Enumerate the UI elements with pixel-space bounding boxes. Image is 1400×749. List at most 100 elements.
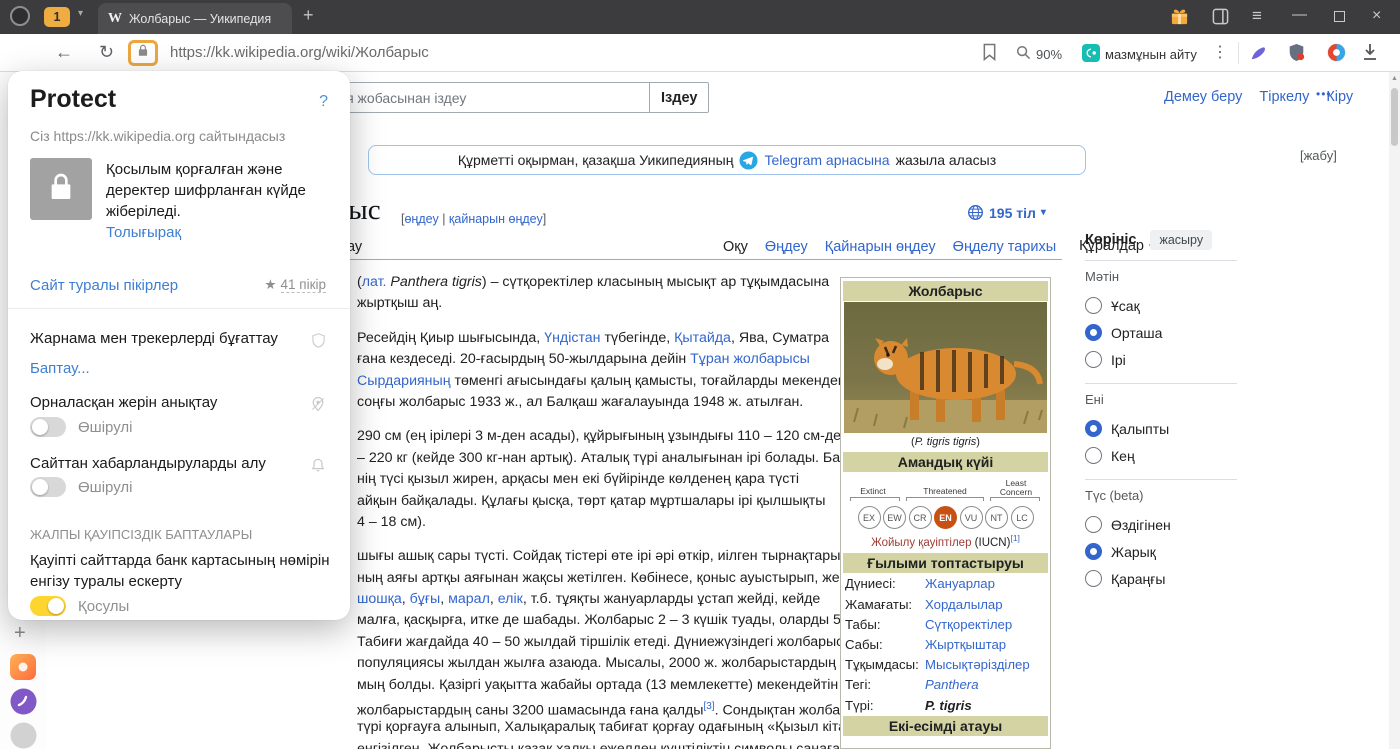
taxo-value[interactable]: Panthera [925, 677, 979, 692]
sidebar-app-gray-icon[interactable] [10, 722, 37, 749]
status-circle-nt: NT [985, 506, 1008, 529]
radio-selected[interactable] [1085, 420, 1102, 437]
url-field[interactable]: https://kk.wikipedia.org/wiki/Жолбарыс [170, 44, 429, 61]
article-link[interactable]: бұғы [410, 591, 441, 607]
extension-logo-icon[interactable] [1327, 43, 1346, 62]
site-rating[interactable]: ★ 41 пікір [264, 277, 326, 293]
bankcard-toggle[interactable] [30, 596, 66, 616]
tab-title: Жолбарыс — Уикипедия [129, 11, 272, 26]
wiki-tab[interactable]: Оқу [723, 239, 748, 260]
radio-selected[interactable] [1085, 324, 1102, 341]
edit-source-link[interactable]: қайнарын өңдеу [449, 212, 543, 226]
radio-selected[interactable] [1085, 543, 1102, 560]
language-selector[interactable]: 195 тіл ▾ [967, 204, 1046, 221]
article-link[interactable]: елік [498, 591, 523, 607]
tab-list-chevron-icon[interactable]: ▾ [78, 8, 83, 19]
browser-profile-icon[interactable] [10, 6, 30, 26]
extension-pen-icon[interactable] [1249, 44, 1267, 62]
iucn-status-link[interactable]: Жойылу қауіптілер [871, 537, 971, 549]
gift-icon[interactable] [1170, 7, 1189, 32]
protect-lock-button[interactable] [128, 40, 158, 66]
taxo-value[interactable]: Хордалылар [925, 597, 1003, 612]
telegram-channel-link[interactable]: Telegram арнасына [764, 152, 889, 168]
adblock-settings-link[interactable]: Баптау... [30, 360, 90, 377]
article-link[interactable]: марал [448, 591, 490, 607]
taxo-value[interactable]: Сүтқоректілер [925, 617, 1012, 632]
geolocation-toggle[interactable] [30, 417, 66, 437]
new-tab-button[interactable]: + [303, 5, 314, 26]
edit-link[interactable]: өңдеу [404, 212, 438, 226]
appearance-option[interactable]: Өздігінен [1085, 511, 1237, 538]
appearance-option[interactable]: Ірі [1085, 346, 1237, 373]
wiki-tab[interactable]: Қайнарын өңдеу [825, 239, 936, 255]
minimize-button[interactable]: — [1292, 5, 1307, 25]
tabs-divider [345, 259, 1062, 260]
appearance-hide-button[interactable]: жасыру [1150, 230, 1213, 250]
scroll-up-arrow-icon[interactable]: ▲ [1391, 75, 1398, 82]
search-button[interactable]: Іздеу [649, 82, 710, 113]
back-button[interactable]: ← [55, 42, 73, 63]
radio-unselected[interactable] [1085, 516, 1102, 533]
radio-unselected[interactable] [1085, 447, 1102, 464]
article-link[interactable]: лат. [362, 274, 387, 290]
wiki-tab[interactable]: Өңделу тарихы [953, 239, 1056, 255]
article-link[interactable]: Тұран жолбарысы [690, 351, 810, 367]
sidebar-app-orange-icon[interactable] [10, 654, 36, 685]
radio-unselected[interactable] [1085, 297, 1102, 314]
appearance-option[interactable]: Кең [1085, 442, 1237, 469]
page-scrollbar[interactable]: ▲ [1389, 72, 1400, 749]
appearance-option[interactable]: Жарық [1085, 538, 1237, 565]
article-link[interactable]: Сырдарияның [357, 373, 451, 389]
page-menu-icon[interactable]: ⋮ [1212, 42, 1228, 62]
sidebar-panel-icon[interactable] [1212, 8, 1229, 31]
status-circle-ew: EW [883, 506, 906, 529]
browser-menu-icon[interactable]: ≡ [1252, 6, 1262, 26]
iucn-reference-link[interactable]: [1] [1010, 533, 1019, 543]
sidebar-app-purple-icon[interactable] [10, 688, 37, 720]
browser-tab[interactable]: W Жолбарыс — Уикипедия [98, 3, 292, 34]
downloads-icon[interactable] [1362, 43, 1378, 61]
tab-counter-badge[interactable]: 1 [44, 7, 70, 27]
article-link[interactable]: шошқа [357, 591, 402, 607]
site-reviews-link[interactable]: Сайт туралы пікірлер [30, 277, 178, 294]
zoom-control[interactable]: 90% [1016, 45, 1062, 63]
scrollbar-thumb[interactable] [1391, 88, 1398, 146]
taxo-row: Дүниесі: Жануарлар [843, 574, 1048, 594]
appearance-option[interactable]: Орташа [1085, 319, 1237, 346]
article-segment: , т.б. тұяқты жануарларды ұстап жейді, к… [522, 591, 821, 608]
article-segment: түбегінде, [600, 329, 675, 346]
taxo-label: Тұқымдасы: [845, 657, 919, 673]
protect-more-link[interactable]: Толығырақ [106, 224, 181, 241]
reference-link[interactable]: [3] [703, 701, 714, 712]
iucn-org: (IUCN) [974, 536, 1011, 549]
wiki-top-more-menu[interactable]: ••• [1316, 87, 1332, 101]
popup-divider [8, 308, 350, 309]
bookmark-flag-icon[interactable] [982, 43, 997, 61]
taxo-value[interactable]: Жыртқыштар [925, 637, 1006, 652]
article-segment: төменгі ағысындағы қалың қамысты, тоғайл… [450, 372, 863, 389]
appearance-option[interactable]: Ұсақ [1085, 292, 1237, 319]
wiki-tab[interactable]: Өңдеу [765, 239, 808, 255]
radio-unselected[interactable] [1085, 351, 1102, 368]
appearance-option[interactable]: Қалыпты [1085, 415, 1237, 442]
read-aloud-button[interactable]: мазмұнын айту [1082, 44, 1197, 65]
rating-star-icon: ★ [264, 277, 277, 292]
top-link[interactable]: Тіркелу [1259, 89, 1309, 105]
article-segment: енгізілген. Жолбарысты қазақ халқы ежелд… [357, 740, 904, 749]
article-link[interactable]: Қытайда [674, 330, 731, 346]
article-link[interactable]: Үндістан [544, 330, 600, 346]
taxo-value[interactable]: Мысықтәрізділер [925, 657, 1030, 672]
reload-button[interactable]: ↻ [99, 42, 114, 63]
close-button[interactable]: × [1372, 6, 1381, 26]
maximize-button[interactable] [1334, 11, 1345, 22]
notifications-toggle[interactable] [30, 477, 66, 497]
extension-shield-icon[interactable] [1288, 43, 1305, 62]
radio-unselected[interactable] [1085, 570, 1102, 587]
banner-close-link[interactable]: [жабу] [1300, 148, 1337, 163]
taxo-value[interactable]: Жануарлар [925, 576, 995, 591]
tiger-image[interactable] [844, 302, 1047, 433]
appearance-option[interactable]: Қараңғы [1085, 565, 1237, 592]
sidebar-add-icon[interactable]: + [14, 622, 26, 645]
protect-help-button[interactable]: ? [319, 93, 328, 111]
top-link[interactable]: Демеу беру [1164, 89, 1242, 105]
